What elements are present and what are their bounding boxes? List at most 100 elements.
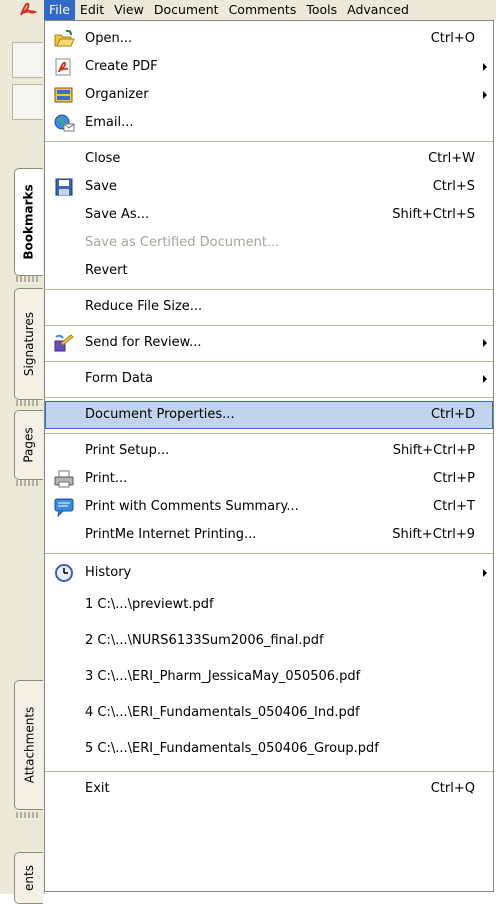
pdf-app-icon	[18, 0, 42, 20]
file-menu-dropdown: Open... Ctrl+O Create PDF Organizer Emai…	[44, 20, 494, 892]
menu-advanced[interactable]: Advanced	[342, 0, 414, 20]
shortcut-text: Ctrl+O	[430, 31, 475, 46]
comment-bubble-icon	[53, 497, 75, 518]
shortcut-text: Ctrl+D	[430, 407, 475, 422]
menu-item-print-setup[interactable]: Print Setup... Shift+Ctrl+P	[45, 437, 493, 465]
menu-item-create-pdf[interactable]: Create PDF	[45, 53, 493, 81]
organizer-icon	[53, 85, 75, 105]
history-clock-icon	[53, 563, 75, 583]
tab-comments-label: ents	[21, 865, 36, 891]
menu-item-history[interactable]: History	[45, 559, 493, 587]
menu-bar: File Edit View Document Comments Tools A…	[44, 0, 496, 20]
menu-item-reduce-file-size[interactable]: Reduce File Size...	[45, 293, 493, 321]
tab-grip	[16, 812, 40, 818]
email-globe-icon	[53, 113, 75, 133]
recent-file-label: 3 C:\...\ERI_Pharm_JessicaMay_050506.pdf	[85, 669, 361, 684]
recent-file-item[interactable]: 1 C:\...\previewt.pdf	[45, 591, 493, 619]
tab-bookmarks[interactable]: Bookmarks	[14, 168, 43, 276]
menu-separator	[45, 361, 493, 362]
shortcut-text: Shift+Ctrl+9	[392, 527, 475, 542]
send-review-icon	[53, 333, 75, 353]
shortcut-text: Ctrl+W	[428, 151, 475, 166]
submenu-arrow-icon	[483, 63, 487, 71]
printer-icon	[53, 469, 75, 489]
navigation-pane: Bookmarks Signatures Pages Attachments e…	[0, 0, 45, 904]
menu-item-label: Open...	[85, 31, 133, 46]
menu-file[interactable]: File	[44, 0, 75, 20]
recent-file-label: 2 C:\...\NURS6133Sum2006_final.pdf	[85, 633, 324, 648]
toolbar-fragment	[12, 42, 43, 78]
menu-separator	[45, 433, 493, 434]
toolbar-fragment	[12, 84, 43, 120]
recent-file-item[interactable]: 4 C:\...\ERI_Fundamentals_050406_Ind.pdf	[45, 699, 493, 727]
menu-item-print[interactable]: Print... Ctrl+P	[45, 465, 493, 493]
tab-grip	[16, 276, 40, 282]
tab-attachments-label: Attachments	[22, 706, 37, 784]
menu-item-printme[interactable]: PrintMe Internet Printing... Shift+Ctrl+…	[45, 521, 493, 549]
menu-comments[interactable]: Comments	[224, 0, 302, 20]
tab-attachments[interactable]: Attachments	[14, 680, 43, 810]
menu-item-send-for-review[interactable]: Send for Review...	[45, 329, 493, 357]
open-folder-icon	[53, 29, 75, 49]
shortcut-text: Ctrl+Q	[430, 781, 475, 796]
menu-item-label: History	[85, 565, 132, 580]
recent-file-item[interactable]: 5 C:\...\ERI_Fundamentals_050406_Group.p…	[45, 735, 493, 763]
create-pdf-icon	[53, 57, 75, 77]
menu-item-exit[interactable]: Exit Ctrl+Q	[45, 775, 493, 803]
menu-item-label: Print Setup...	[85, 443, 170, 458]
menu-item-label: Send for Review...	[85, 335, 202, 350]
recent-file-item[interactable]: 3 C:\...\ERI_Pharm_JessicaMay_050506.pdf	[45, 663, 493, 691]
menu-item-label: Revert	[85, 263, 128, 278]
menu-item-label: Close	[85, 151, 121, 166]
menu-item-print-with-comments[interactable]: Print with Comments Summary... Ctrl+T	[45, 493, 493, 521]
tab-pages[interactable]: Pages	[14, 410, 43, 480]
menu-item-label: Save as Certified Document...	[85, 235, 280, 250]
menu-item-save[interactable]: Save Ctrl+S	[45, 173, 493, 201]
tab-pages-label: Pages	[22, 427, 36, 463]
menu-item-label: Print...	[85, 471, 128, 486]
recent-file-label: 1 C:\...\previewt.pdf	[85, 597, 214, 612]
shortcut-text: Shift+Ctrl+P	[392, 443, 475, 458]
menu-item-label: Save	[85, 179, 117, 194]
menu-item-label: Save As...	[85, 207, 150, 222]
menu-view[interactable]: View	[109, 0, 149, 20]
menu-document[interactable]: Document	[149, 0, 224, 20]
save-disk-icon	[53, 177, 75, 197]
menu-item-document-properties[interactable]: Document Properties... Ctrl+D	[45, 401, 493, 429]
tab-comments[interactable]: ents	[14, 852, 43, 904]
menu-tools[interactable]: Tools	[301, 0, 342, 20]
tab-grip	[16, 480, 40, 486]
tab-bookmarks-label: Bookmarks	[22, 184, 37, 260]
shortcut-text: Ctrl+P	[433, 471, 475, 486]
menu-edit[interactable]: Edit	[75, 0, 109, 20]
submenu-arrow-icon	[483, 339, 487, 347]
menu-item-save-as[interactable]: Save As... Shift+Ctrl+S	[45, 201, 493, 229]
menu-separator	[45, 397, 493, 398]
recent-file-label: 4 C:\...\ERI_Fundamentals_050406_Ind.pdf	[85, 705, 360, 720]
submenu-arrow-icon	[483, 375, 487, 383]
menu-item-email[interactable]: Email...	[45, 109, 493, 137]
tab-signatures[interactable]: Signatures	[14, 288, 43, 400]
tab-grip	[16, 400, 40, 406]
tab-signatures-label: Signatures	[22, 311, 36, 377]
menu-separator	[45, 325, 493, 326]
menu-item-open[interactable]: Open... Ctrl+O	[45, 25, 493, 53]
menu-item-save-certified: Save as Certified Document...	[45, 229, 493, 257]
shortcut-text: Shift+Ctrl+S	[392, 207, 475, 222]
shortcut-text: Ctrl+T	[433, 499, 475, 514]
menu-item-form-data[interactable]: Form Data	[45, 365, 493, 393]
menu-item-label: Form Data	[85, 371, 153, 386]
menu-item-label: PrintMe Internet Printing...	[85, 527, 257, 542]
menu-separator	[45, 141, 493, 142]
shortcut-text: Ctrl+S	[432, 179, 475, 194]
menu-item-label: Document Properties...	[85, 407, 235, 422]
menu-item-organizer[interactable]: Organizer	[45, 81, 493, 109]
submenu-arrow-icon	[483, 569, 487, 577]
recent-file-item[interactable]: 2 C:\...\NURS6133Sum2006_final.pdf	[45, 627, 493, 655]
menu-item-label: Reduce File Size...	[85, 299, 203, 314]
menu-separator	[45, 553, 493, 554]
menu-item-revert[interactable]: Revert	[45, 257, 493, 285]
menu-item-close[interactable]: Close Ctrl+W	[45, 145, 493, 173]
menu-item-label: Organizer	[85, 87, 149, 102]
menu-item-label: Email...	[85, 115, 134, 130]
